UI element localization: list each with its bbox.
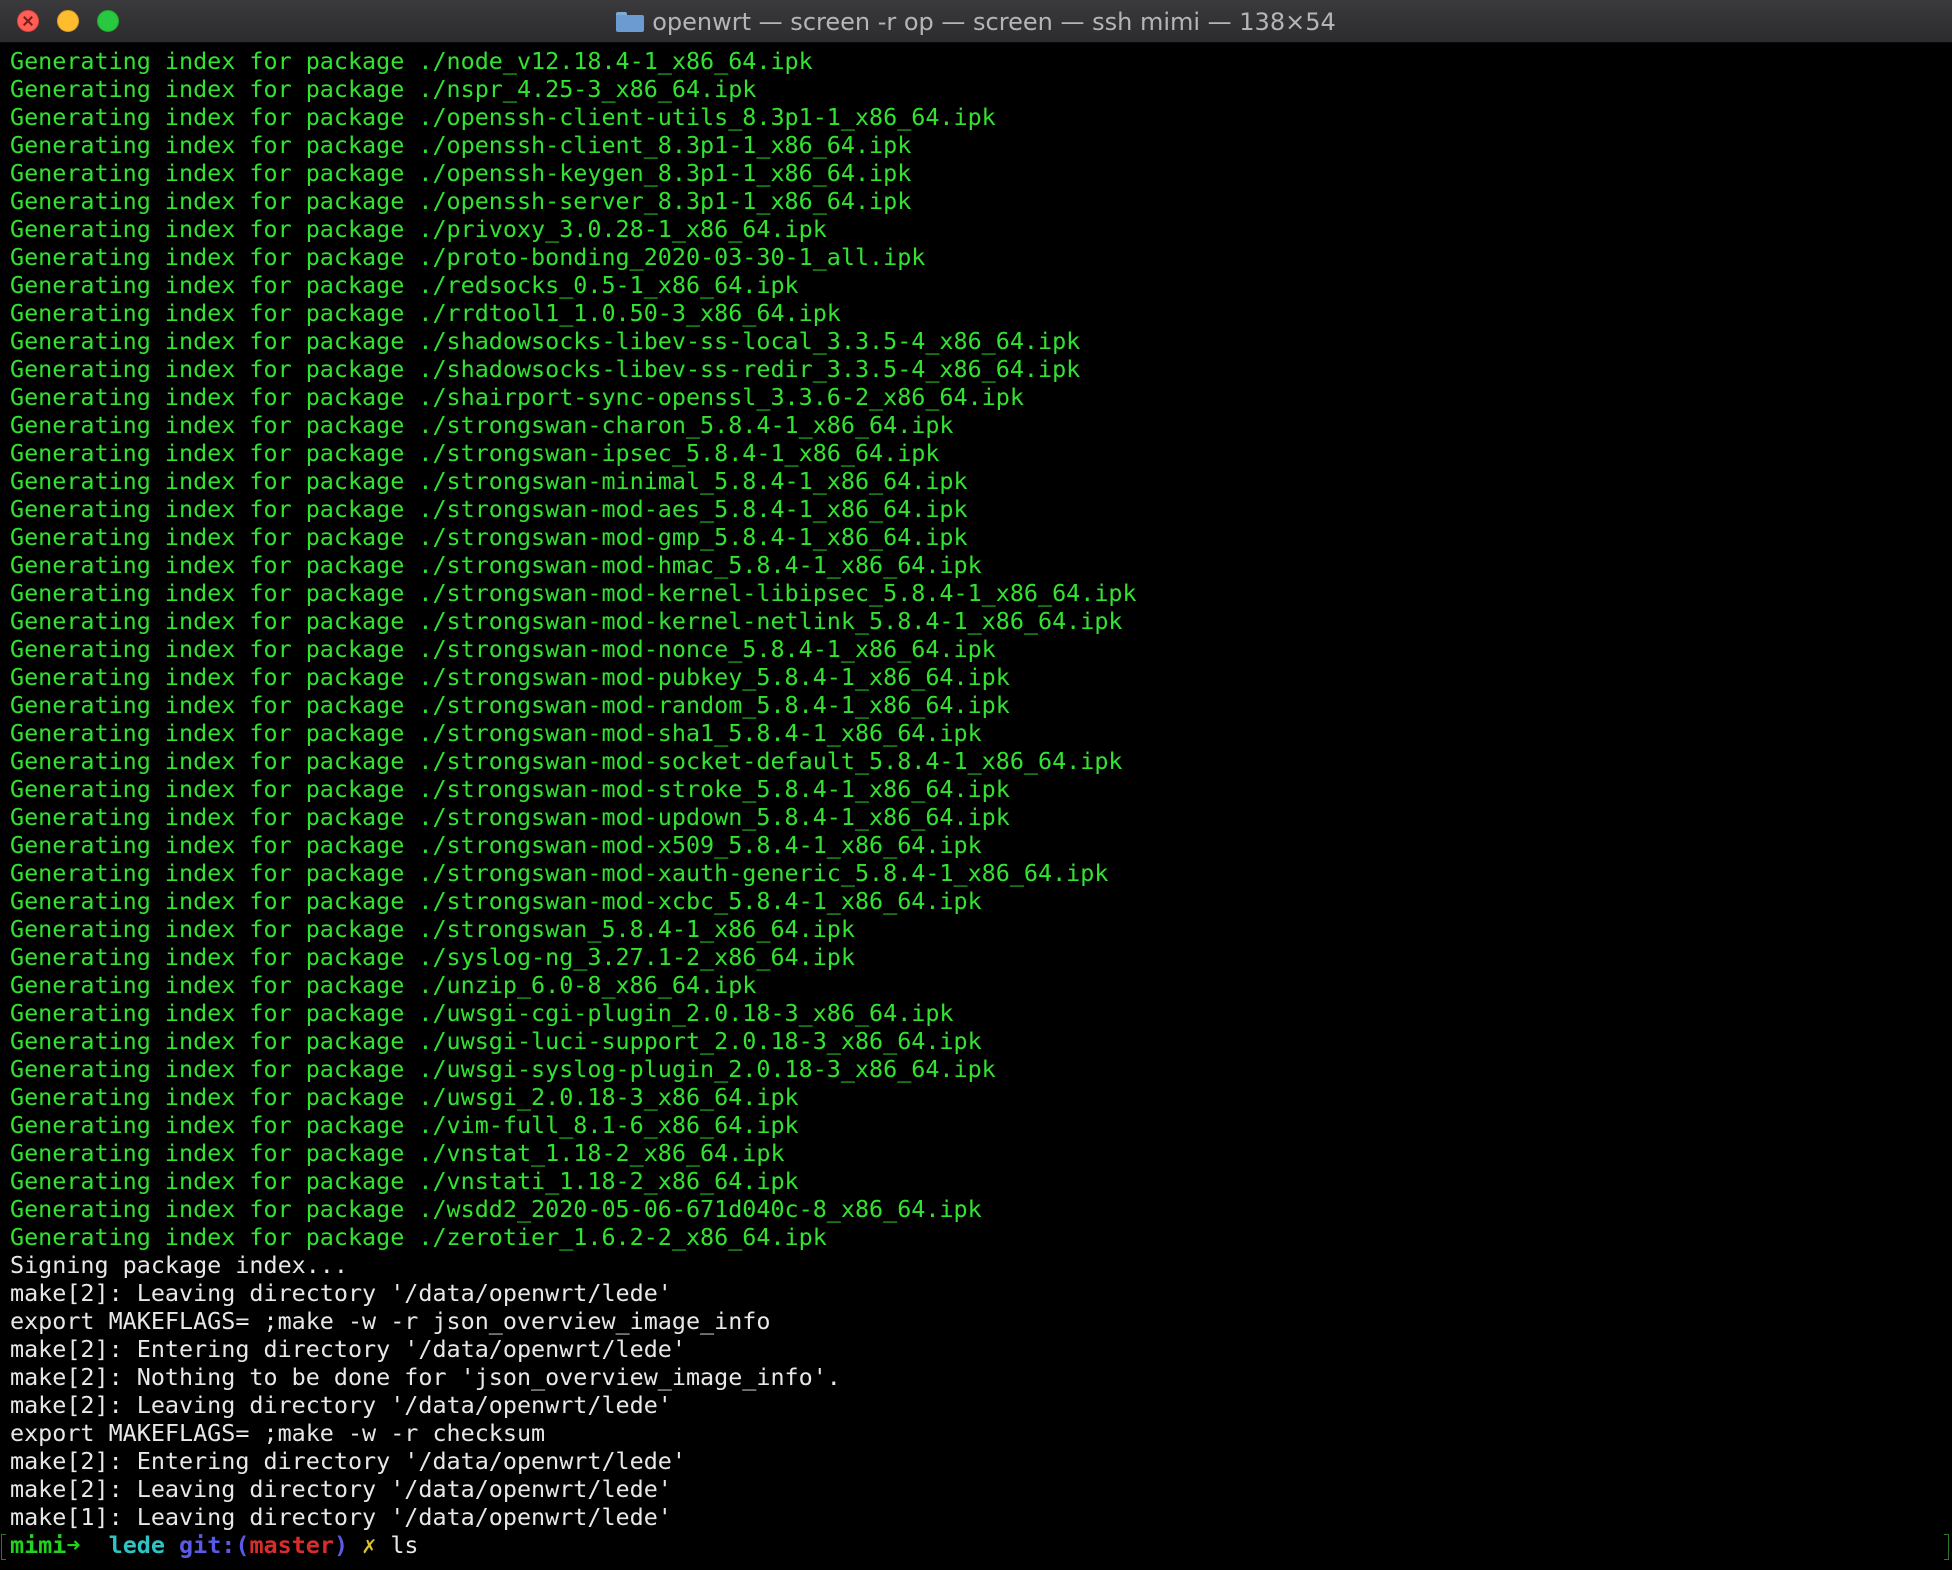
terminal-line: Generating index for package ./rrdtool1_… xyxy=(10,299,841,327)
terminal-line: Generating index for package ./strongswa… xyxy=(10,635,996,663)
screen-left-bracket xyxy=(1,1534,6,1560)
terminal-line: Generating index for package ./privoxy_3… xyxy=(10,215,827,243)
terminal-window: openwrt — screen -r op — screen — ssh mi… xyxy=(0,0,1952,1570)
terminal-line: Generating index for package ./shadowsoc… xyxy=(10,327,1081,355)
prompt-git-close: ) xyxy=(333,1531,349,1559)
terminal-line: export MAKEFLAGS= ;make -w -r checksum xyxy=(10,1419,546,1447)
terminal-line: Generating index for package ./strongswa… xyxy=(10,551,982,579)
terminal-line: Generating index for package ./strongswa… xyxy=(10,467,968,495)
terminal-line: Generating index for package ./syslog-ng… xyxy=(10,943,855,971)
terminal-line: Generating index for package ./openssh-s… xyxy=(10,187,912,215)
terminal-line: Generating index for package ./strongswa… xyxy=(10,607,1123,635)
terminal-line: Generating index for package ./strongswa… xyxy=(10,887,982,915)
terminal-line: Generating index for package ./vim-full_… xyxy=(10,1111,799,1139)
terminal-line: Generating index for package ./strongswa… xyxy=(10,803,1010,831)
terminal-line: Generating index for package ./node_v12.… xyxy=(10,47,813,75)
terminal-line: Generating index for package ./uwsgi-luc… xyxy=(10,1027,982,1055)
terminal-line: Generating index for package ./zerotier_… xyxy=(10,1223,827,1251)
terminal-line: Generating index for package ./strongswa… xyxy=(10,691,1010,719)
terminal-line: Generating index for package ./openssh-k… xyxy=(10,159,912,187)
terminal-line: Signing package index... xyxy=(10,1251,348,1279)
terminal-line: make[1]: Leaving directory '/data/openwr… xyxy=(10,1503,672,1531)
window-title-group: openwrt — screen -r op — screen — ssh mi… xyxy=(0,0,1952,43)
terminal-line: make[2]: Entering directory '/data/openw… xyxy=(10,1447,686,1475)
prompt-host: mimi xyxy=(10,1531,67,1559)
terminal-line: Generating index for package ./proto-bon… xyxy=(10,243,926,271)
terminal-line: Generating index for package ./nspr_4.25… xyxy=(10,75,757,103)
terminal-line: Generating index for package ./shadowsoc… xyxy=(10,355,1081,383)
terminal-line: Generating index for package ./openssh-c… xyxy=(10,103,996,131)
folder-icon xyxy=(616,11,645,32)
terminal-line: Generating index for package ./uwsgi-cgi… xyxy=(10,999,954,1027)
prompt-git-label: git:( xyxy=(179,1531,250,1559)
terminal-line: make[2]: Entering directory '/data/openw… xyxy=(10,1335,686,1363)
terminal-line: Generating index for package ./redsocks_… xyxy=(10,271,799,299)
title-bar[interactable]: openwrt — screen -r op — screen — ssh mi… xyxy=(0,0,1952,43)
terminal-line: Generating index for package ./wsdd2_202… xyxy=(10,1195,982,1223)
terminal-line: Generating index for package ./unzip_6.0… xyxy=(10,971,757,999)
terminal-line: Generating index for package ./strongswa… xyxy=(10,411,954,439)
terminal-line: Generating index for package ./vnstat_1.… xyxy=(10,1139,785,1167)
terminal-line: Generating index for package ./strongswa… xyxy=(10,775,1010,803)
terminal-line: Generating index for package ./uwsgi_2.0… xyxy=(10,1083,799,1111)
terminal-line: Generating index for package ./vnstati_1… xyxy=(10,1167,799,1195)
prompt-branch: master xyxy=(249,1531,334,1559)
terminal-line: Generating index for package ./strongswa… xyxy=(10,831,982,859)
prompt-command: ls xyxy=(390,1531,419,1559)
shell-prompt[interactable]: mimi➜ lede git:(master) ✗ ls xyxy=(10,1531,1942,1559)
terminal-line: Generating index for package ./strongswa… xyxy=(10,523,968,551)
terminal-line: Generating index for package ./strongswa… xyxy=(10,747,1123,775)
terminal-output[interactable]: Generating index for package ./node_v12.… xyxy=(10,47,1942,1559)
screen-right-bracket xyxy=(1944,1534,1949,1560)
dirty-mark-icon: ✗ xyxy=(362,1531,377,1559)
terminal-line: make[2]: Nothing to be done for 'json_ov… xyxy=(10,1363,841,1391)
terminal-line: Generating index for package ./strongswa… xyxy=(10,579,1137,607)
terminal-line: Generating index for package ./strongswa… xyxy=(10,719,982,747)
terminal-line: Generating index for package ./strongswa… xyxy=(10,663,1010,691)
terminal-line: make[2]: Leaving directory '/data/openwr… xyxy=(10,1475,672,1503)
terminal-line: Generating index for package ./openssh-c… xyxy=(10,131,912,159)
terminal-line: make[2]: Leaving directory '/data/openwr… xyxy=(10,1391,672,1419)
prompt-directory: lede xyxy=(108,1531,165,1559)
terminal-line: Generating index for package ./strongswa… xyxy=(10,495,968,523)
terminal-line: Generating index for package ./strongswa… xyxy=(10,859,1109,887)
terminal-line: Generating index for package ./strongswa… xyxy=(10,439,940,467)
window-title: openwrt — screen -r op — screen — ssh mi… xyxy=(652,7,1336,36)
prompt-arrow-icon: ➜ xyxy=(66,1531,81,1559)
terminal-line: make[2]: Leaving directory '/data/openwr… xyxy=(10,1279,672,1307)
terminal-line: Generating index for package ./uwsgi-sys… xyxy=(10,1055,996,1083)
terminal-line: Generating index for package ./strongswa… xyxy=(10,915,855,943)
terminal-line: Generating index for package ./shairport… xyxy=(10,383,1024,411)
terminal-line: export MAKEFLAGS= ;make -w -r json_overv… xyxy=(10,1307,771,1335)
